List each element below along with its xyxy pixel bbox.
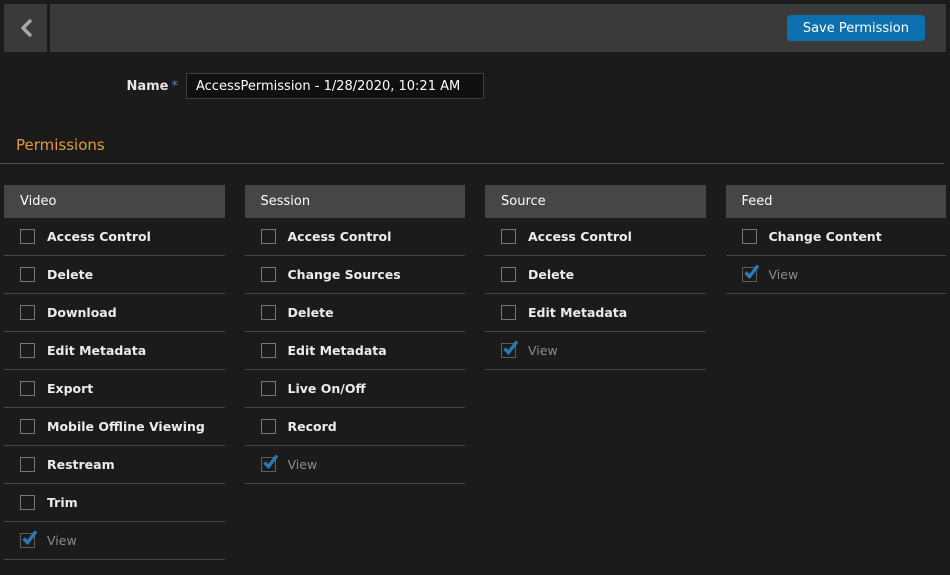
permission-label: Restream bbox=[47, 457, 115, 472]
permission-label: View bbox=[288, 457, 318, 472]
permission-label: Trim bbox=[47, 495, 78, 510]
required-asterisk: * bbox=[172, 79, 179, 94]
checkbox-restream[interactable] bbox=[20, 457, 35, 472]
permission-column: Source Access Control Delete Edit Metada… bbox=[485, 185, 706, 560]
name-label: Name * bbox=[0, 79, 178, 94]
permission-row: Mobile Offline Viewing bbox=[4, 408, 225, 446]
permission-label: Mobile Offline Viewing bbox=[47, 419, 205, 434]
permission-row: Delete bbox=[485, 256, 706, 294]
permission-label: Access Control bbox=[47, 229, 151, 244]
column-body: Access Control Change Sources Delete Edi… bbox=[245, 218, 466, 484]
permission-row: Download bbox=[4, 294, 225, 332]
column-header: Video bbox=[4, 185, 225, 218]
permission-row: Export bbox=[4, 370, 225, 408]
name-field-row: Name * bbox=[0, 73, 950, 99]
permission-row: View bbox=[726, 256, 947, 294]
checkbox-delete[interactable] bbox=[501, 267, 516, 282]
checkbox-export[interactable] bbox=[20, 381, 35, 396]
section-divider bbox=[0, 163, 944, 164]
permission-row: Access Control bbox=[4, 218, 225, 256]
checkbox-delete[interactable] bbox=[20, 267, 35, 282]
checkbox-access-control[interactable] bbox=[261, 229, 276, 244]
permission-row: View bbox=[4, 522, 225, 560]
check-icon bbox=[742, 263, 761, 282]
column-title: Feed bbox=[742, 194, 773, 209]
check-icon bbox=[501, 339, 520, 358]
permission-label: Download bbox=[47, 305, 117, 320]
permission-row: Edit Metadata bbox=[245, 332, 466, 370]
checkbox-mobile-offline-viewing[interactable] bbox=[20, 419, 35, 434]
permission-row: Edit Metadata bbox=[485, 294, 706, 332]
checkbox-view[interactable] bbox=[20, 533, 35, 548]
top-bar: Save Permission bbox=[4, 4, 946, 52]
column-header: Session bbox=[245, 185, 466, 218]
column-body: Change Content View bbox=[726, 218, 947, 294]
checkbox-trim[interactable] bbox=[20, 495, 35, 510]
permission-row: View bbox=[245, 446, 466, 484]
permission-label: View bbox=[769, 267, 799, 282]
checkbox-access-control[interactable] bbox=[20, 229, 35, 244]
check-icon bbox=[20, 529, 39, 548]
permission-label: Delete bbox=[47, 267, 93, 282]
permission-row: Access Control bbox=[245, 218, 466, 256]
permission-label: Edit Metadata bbox=[288, 343, 387, 358]
permission-label: Export bbox=[47, 381, 93, 396]
checkbox-edit-metadata[interactable] bbox=[20, 343, 35, 358]
name-input[interactable] bbox=[186, 73, 484, 99]
permission-label: Change Sources bbox=[288, 267, 401, 282]
permissions-section-title: Permissions bbox=[16, 136, 950, 154]
column-title: Session bbox=[261, 194, 311, 209]
permission-label: Change Content bbox=[769, 229, 882, 244]
column-title: Source bbox=[501, 194, 546, 209]
permission-row: Edit Metadata bbox=[4, 332, 225, 370]
checkbox-delete[interactable] bbox=[261, 305, 276, 320]
permission-label: Record bbox=[288, 419, 337, 434]
checkbox-change-sources[interactable] bbox=[261, 267, 276, 282]
column-body: Access Control Delete Download Edit Meta… bbox=[4, 218, 225, 560]
permission-label: Access Control bbox=[528, 229, 632, 244]
checkbox-edit-metadata[interactable] bbox=[261, 343, 276, 358]
name-label-text: Name bbox=[126, 79, 168, 94]
permission-label: Edit Metadata bbox=[47, 343, 146, 358]
permission-row: Restream bbox=[4, 446, 225, 484]
permission-label: Delete bbox=[288, 305, 334, 320]
permission-column: Video Access Control Delete Download bbox=[4, 185, 225, 560]
permission-row: Trim bbox=[4, 484, 225, 522]
permission-row: Change Content bbox=[726, 218, 947, 256]
permission-label: View bbox=[528, 343, 558, 358]
column-header: Source bbox=[485, 185, 706, 218]
checkbox-live-on-off[interactable] bbox=[261, 381, 276, 396]
permission-label: View bbox=[47, 533, 77, 548]
permission-row: View bbox=[485, 332, 706, 370]
checkbox-download[interactable] bbox=[20, 305, 35, 320]
column-title: Video bbox=[20, 194, 56, 209]
column-header: Feed bbox=[726, 185, 947, 218]
permission-label: Live On/Off bbox=[288, 381, 366, 396]
permission-row: Delete bbox=[245, 294, 466, 332]
permission-row: Delete bbox=[4, 256, 225, 294]
check-icon bbox=[261, 453, 280, 472]
permission-row: Access Control bbox=[485, 218, 706, 256]
checkbox-view[interactable] bbox=[501, 343, 516, 358]
back-button[interactable] bbox=[4, 4, 47, 52]
chevron-left-icon bbox=[19, 18, 33, 38]
permission-label: Access Control bbox=[288, 229, 392, 244]
permission-columns: Video Access Control Delete Download bbox=[4, 185, 946, 560]
permission-row: Record bbox=[245, 408, 466, 446]
checkbox-access-control[interactable] bbox=[501, 229, 516, 244]
permission-label: Delete bbox=[528, 267, 574, 282]
permission-column: Feed Change Content View bbox=[726, 185, 947, 560]
permission-row: Change Sources bbox=[245, 256, 466, 294]
permission-label: Edit Metadata bbox=[528, 305, 627, 320]
checkbox-view[interactable] bbox=[742, 267, 757, 282]
permission-column: Session Access Control Change Sources De… bbox=[245, 185, 466, 560]
checkbox-record[interactable] bbox=[261, 419, 276, 434]
permission-row: Live On/Off bbox=[245, 370, 466, 408]
top-bar-main: Save Permission bbox=[50, 4, 946, 52]
checkbox-view[interactable] bbox=[261, 457, 276, 472]
checkbox-change-content[interactable] bbox=[742, 229, 757, 244]
checkbox-edit-metadata[interactable] bbox=[501, 305, 516, 320]
save-permission-button[interactable]: Save Permission bbox=[787, 15, 925, 41]
column-body: Access Control Delete Edit Metadata View bbox=[485, 218, 706, 370]
